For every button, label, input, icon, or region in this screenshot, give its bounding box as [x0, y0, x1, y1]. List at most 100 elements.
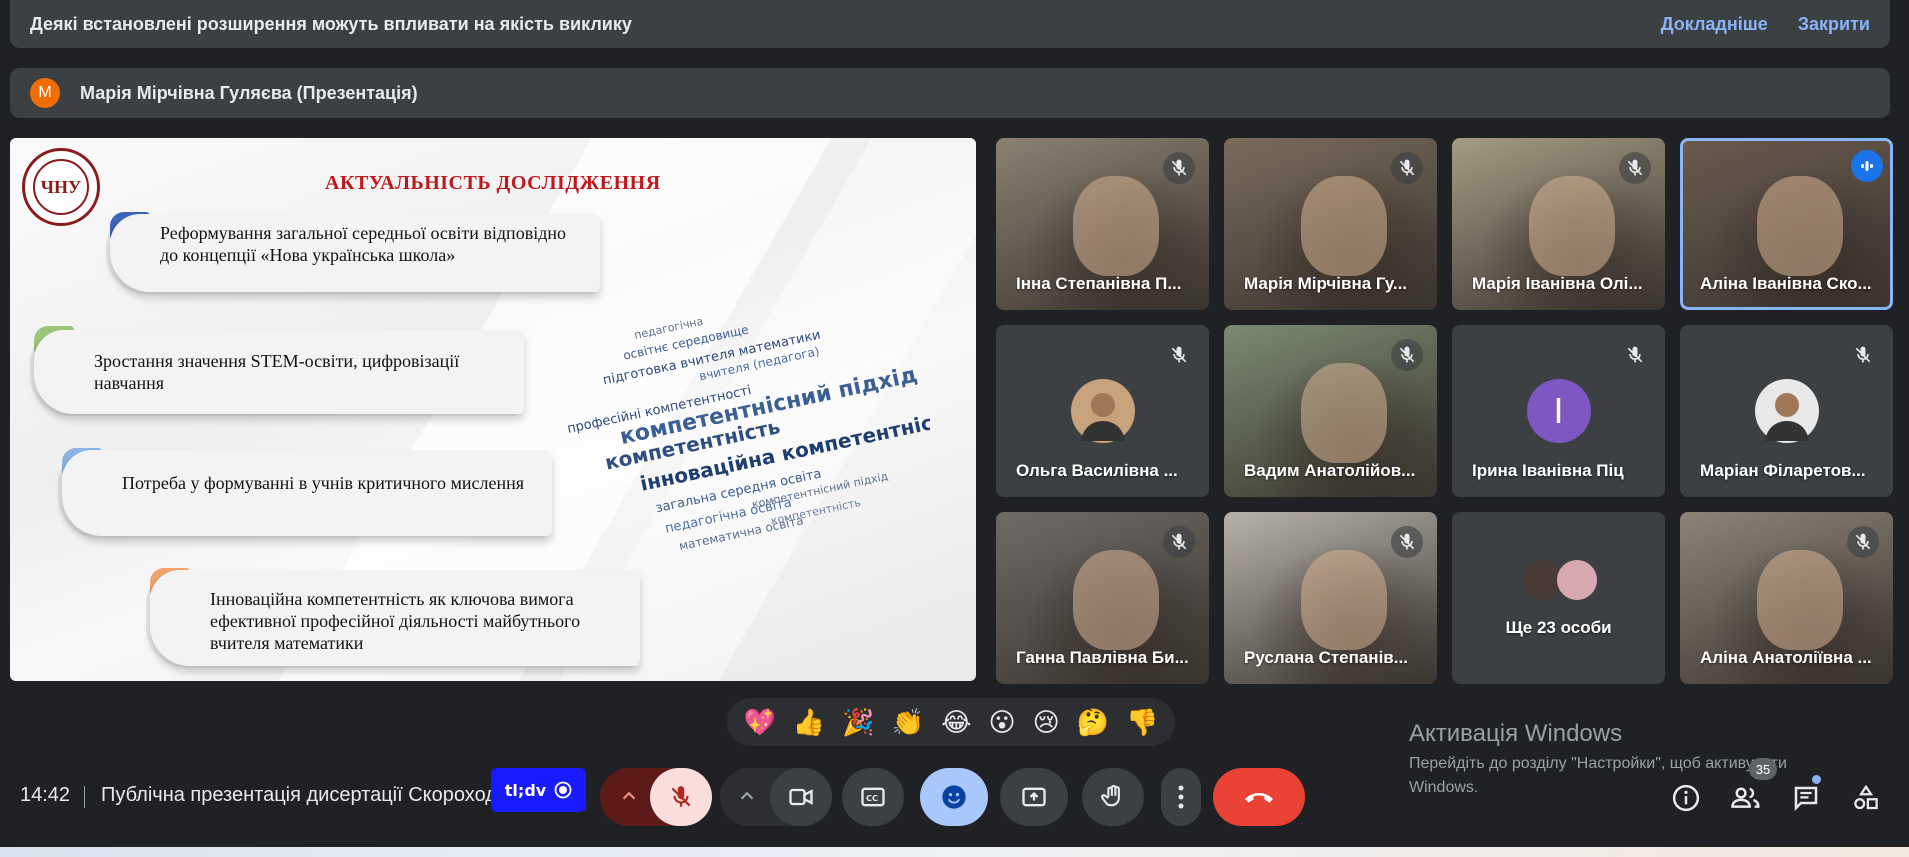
people-button[interactable] [1726, 778, 1766, 818]
participant-name: Вадим Анатолійов... [1244, 461, 1416, 480]
slide-point-text: Потреба у формуванні в учнів критичного … [122, 473, 524, 493]
slide-point: Реформування загальної середньої освіти … [110, 214, 600, 292]
extensions-warning-banner: Деякі встановлені розширення можуть впли… [10, 0, 1890, 48]
participant-name: Аліна Анатоліївна ... [1700, 648, 1872, 667]
mic-options-chevron-icon[interactable] [618, 785, 640, 812]
university-logo: ЧНУ [22, 148, 100, 226]
raise-hand-button[interactable] [1082, 768, 1144, 826]
camera-control-group [720, 768, 832, 826]
activities-shapes-icon [1854, 784, 1878, 810]
word-cloud-image: педагогічна освітнє середовище підготовк… [566, 315, 930, 554]
slide-point-text: Реформування загальної середньої освіти … [160, 223, 566, 265]
participant-avatar [1754, 379, 1819, 443]
participant-video-feed [1756, 176, 1843, 276]
tldv-extension-button[interactable]: tl;dv [491, 768, 586, 812]
participant-name: Ольга Василівна ... [1016, 461, 1178, 480]
participant-tile[interactable]: Ольга Василівна ... [996, 325, 1209, 497]
mic-off-icon [671, 786, 691, 807]
speaking-indicator-icon [1851, 150, 1883, 182]
presentation-header: M Марія Мірчівна Гуляєва (Презентація) [10, 68, 1890, 118]
participant-tile[interactable]: Аліна Іванівна Ско... [1680, 138, 1893, 310]
microphone-muted-button[interactable] [650, 768, 712, 826]
reaction-thinking[interactable]: 🤔 [1077, 707, 1109, 738]
participant-tile[interactable]: Аліна Анатоліївна ... [1680, 512, 1893, 684]
participant-video-feed [1072, 176, 1159, 276]
logo-text: ЧНУ [33, 159, 89, 215]
reaction-heart[interactable]: 💖 [744, 707, 776, 738]
reactions-bar: 💖 👍 🎉 👏 😂 😮 😢 🤔 👎 [727, 698, 1175, 746]
reaction-thumbs-down[interactable]: 👎 [1126, 707, 1158, 738]
slide-point: Зростання значення STEM-освіти, цифровіз… [34, 330, 524, 414]
mic-off-icon [1847, 526, 1879, 558]
emoji-reactions-button[interactable] [920, 768, 988, 826]
participant-tile[interactable]: Марія Мірчівна Гу... [1224, 138, 1437, 310]
mic-off-icon [1391, 152, 1423, 184]
activation-title: Активація Windows [1409, 720, 1623, 747]
mic-off-icon [1619, 339, 1651, 371]
participant-video-feed [1072, 550, 1159, 650]
presenter-avatar: M [30, 78, 60, 108]
closed-captions-icon: CC [861, 787, 885, 807]
mic-off-icon [1391, 526, 1423, 558]
more-options-button[interactable] [1161, 768, 1201, 826]
participant-tile[interactable]: Руслана Степанів... [1224, 512, 1437, 684]
reaction-clap[interactable]: 👏 [892, 707, 924, 738]
meeting-details-button[interactable] [1666, 778, 1706, 818]
chat-notification-dot [1812, 775, 1821, 784]
chat-button[interactable] [1786, 778, 1826, 818]
participant-tile[interactable]: I Ірина Іванівна Піц [1452, 325, 1665, 497]
present-screen-icon [1022, 787, 1046, 807]
slide-title: АКТУАЛЬНІСТЬ ДОСЛІДЖЕННЯ [325, 172, 661, 194]
divider [84, 786, 85, 808]
raise-hand-icon [1101, 784, 1120, 807]
close-banner-link[interactable]: Закрити [1798, 14, 1870, 35]
reaction-surprised[interactable]: 😮 [988, 707, 1015, 738]
end-call-icon [1245, 793, 1273, 803]
leave-call-button[interactable] [1213, 768, 1305, 826]
slide-point: Інноваційна компетентність як ключова ви… [150, 570, 640, 666]
camera-options-chevron-icon[interactable] [736, 785, 758, 812]
reaction-sad[interactable]: 😢 [1033, 707, 1060, 738]
mic-off-icon [1619, 152, 1651, 184]
chat-icon [1794, 786, 1818, 812]
reaction-laugh[interactable]: 😂 [941, 707, 971, 738]
slide-point-text: Інноваційна компетентність як ключова ви… [210, 589, 581, 653]
participant-video-feed [1528, 176, 1615, 276]
participant-tile[interactable]: Інна Степанівна П... [996, 138, 1209, 310]
participant-tile[interactable]: Маріан Філаретов... [1680, 325, 1893, 497]
participant-name: Руслана Степанів... [1244, 648, 1408, 667]
mic-off-icon [1163, 526, 1195, 558]
camera-button[interactable] [770, 768, 832, 826]
participant-name: Ганна Павлівна Би... [1016, 648, 1189, 667]
svg-text:CC: CC [866, 793, 878, 803]
record-icon [554, 781, 572, 799]
participant-tile[interactable]: Ганна Павлівна Би... [996, 512, 1209, 684]
participant-name: Марія Мірчівна Гу... [1244, 274, 1408, 293]
people-count-badge: 35 [1749, 758, 1777, 780]
details-link[interactable]: Докладніше [1661, 14, 1768, 35]
more-vertical-icon [1178, 785, 1184, 809]
participant-name: Інна Степанівна П... [1016, 274, 1182, 293]
participant-video-feed [1756, 550, 1843, 650]
mic-off-icon [1163, 339, 1195, 371]
smiley-icon [942, 785, 966, 809]
reaction-party[interactable]: 🎉 [842, 707, 874, 738]
participant-video-feed [1300, 363, 1387, 463]
people-icon [1731, 787, 1760, 808]
mic-off-icon [1847, 339, 1879, 371]
participant-tile[interactable]: Марія Іванівна Олі... [1452, 138, 1665, 310]
slide-point-text: Зростання значення STEM-освіти, цифровіз… [94, 351, 460, 393]
shared-presentation-slide: ЧНУ АКТУАЛЬНІСТЬ ДОСЛІДЖЕННЯ Реформуванн… [10, 138, 976, 681]
reaction-thumbs-up[interactable]: 👍 [793, 707, 825, 738]
participant-name: Аліна Іванівна Ско... [1700, 274, 1872, 293]
participant-name: Ще 23 особи [1505, 618, 1612, 637]
camera-icon [789, 788, 813, 806]
more-participants-avatars [1520, 558, 1601, 604]
participant-tile[interactable]: Вадим Анатолійов... [1224, 325, 1437, 497]
banner-message: Деякі встановлені розширення можуть впли… [30, 13, 632, 34]
meeting-title: Публічна презентація дисертації Скороход… [101, 784, 501, 806]
present-screen-button[interactable] [1000, 768, 1068, 826]
more-participants-tile[interactable]: Ще 23 особи [1452, 512, 1665, 684]
activities-button[interactable] [1846, 778, 1886, 818]
captions-button[interactable]: CC [842, 768, 904, 826]
